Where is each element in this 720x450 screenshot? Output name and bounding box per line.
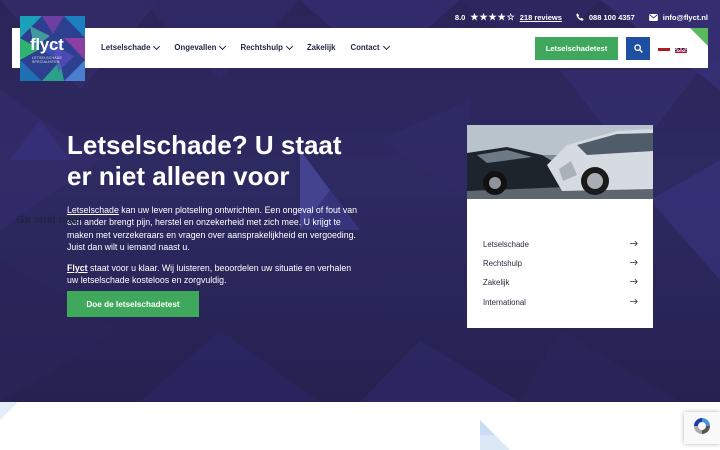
- star-icon: ★: [488, 11, 497, 22]
- quicklink-label: Letselschade: [483, 239, 529, 249]
- hero-title: Letselschade? U staat er niet alleen voo…: [67, 130, 342, 191]
- quicklink-international[interactable]: International: [483, 295, 638, 309]
- chevron-down-icon: [153, 42, 161, 50]
- menu-item-label: Contact: [350, 43, 380, 52]
- quicklink-label: Rechtshulp: [483, 258, 523, 268]
- arrow-right-icon: [630, 278, 638, 287]
- logo-wordmark: flyct: [30, 35, 64, 54]
- menu-item-label: Ongevallen: [174, 43, 217, 52]
- navbar-corner-accent: [690, 28, 708, 46]
- phone-icon: [576, 13, 584, 21]
- quicklink-label: International: [483, 297, 526, 307]
- star-icon: ★: [479, 11, 488, 22]
- quicklink-label: Zakelijk: [483, 277, 510, 287]
- recaptcha-icon: [692, 416, 712, 441]
- chevron-down-icon: [219, 42, 227, 50]
- flyct-logo[interactable]: flyct LETSELSCHADE SPECIALISTEN: [20, 16, 85, 81]
- email-link[interactable]: info@flyct.nl: [648, 12, 708, 22]
- recaptcha-badge[interactable]: [684, 412, 720, 444]
- menu-item-label: Rechtshulp: [240, 43, 283, 52]
- menu-item-rechtshulp[interactable]: Rechtshulp: [240, 42, 293, 52]
- hero-paragraph-2: Flyct staat voor u klaar. Wij luisteren,…: [67, 262, 357, 287]
- main-menu: Letselschade Ongevallen Rechtshulp Zakel…: [101, 42, 390, 52]
- rating-widget: 8.0 ★ ★ ★ ★ ☆ 218 reviews: [455, 12, 562, 23]
- car-crash-image: [467, 125, 653, 199]
- chevron-down-icon: [382, 42, 390, 50]
- star-icon: ★: [497, 11, 506, 22]
- nl-flag-icon[interactable]: [658, 44, 670, 53]
- hero-paragraph-1: Letselschade kan uw leven plotseling ont…: [67, 204, 357, 254]
- rating-stars: ★ ★ ★ ★ ☆: [470, 12, 514, 23]
- menu-item-label: Zakelijk: [306, 43, 336, 52]
- logo-tagline: LETSELSCHADE SPECIALISTEN: [32, 56, 63, 64]
- top-utility-bar: 8.0 ★ ★ ★ ★ ☆ 218 reviews 088 100 4357 i…: [455, 9, 708, 25]
- menu-item-ongevallen[interactable]: Ongevallen: [174, 42, 227, 52]
- quicklink-zakelijk[interactable]: Zakelijk: [483, 275, 638, 289]
- quicklinks-title: Ga snel naar: [16, 214, 83, 226]
- star-icon: ★: [470, 11, 479, 22]
- rating-value: 8.0: [454, 12, 466, 22]
- arrow-right-icon: [630, 298, 638, 307]
- letselschadetest-nav-button[interactable]: Letselschadetest: [535, 37, 618, 60]
- quicklink-rechtshulp[interactable]: Rechtshulp: [483, 256, 638, 270]
- menu-item-zakelijk[interactable]: Zakelijk: [307, 43, 336, 52]
- arrow-right-icon: [630, 240, 638, 249]
- menu-item-label: Letselschade: [101, 43, 151, 52]
- phone-number: 088 100 4357: [588, 12, 635, 22]
- reviews-link[interactable]: 218 reviews: [520, 13, 562, 22]
- email-address: info@flyct.nl: [662, 12, 708, 22]
- quicklink-letselschade[interactable]: Letselschade: [483, 237, 638, 251]
- menu-item-contact[interactable]: Contact: [350, 42, 390, 52]
- mail-icon: [648, 13, 658, 21]
- lower-section-pattern: [0, 402, 510, 450]
- arrow-right-icon: [630, 259, 638, 268]
- search-icon: [633, 40, 643, 58]
- chevron-down-icon: [285, 42, 293, 50]
- phone-link[interactable]: 088 100 4357: [576, 13, 635, 22]
- menu-item-letselschade[interactable]: Letselschade: [101, 42, 161, 52]
- flyct-inline-link[interactable]: Flyct: [67, 263, 88, 273]
- hero-paragraph-2-text: staat voor u klaar. Wij luisteren, beoor…: [67, 263, 352, 286]
- letselschadetest-hero-button[interactable]: Doe de letselschadetest: [67, 291, 199, 317]
- uk-flag-icon[interactable]: [675, 44, 687, 53]
- star-empty-icon: ☆: [506, 11, 515, 22]
- search-button[interactable]: [626, 37, 650, 60]
